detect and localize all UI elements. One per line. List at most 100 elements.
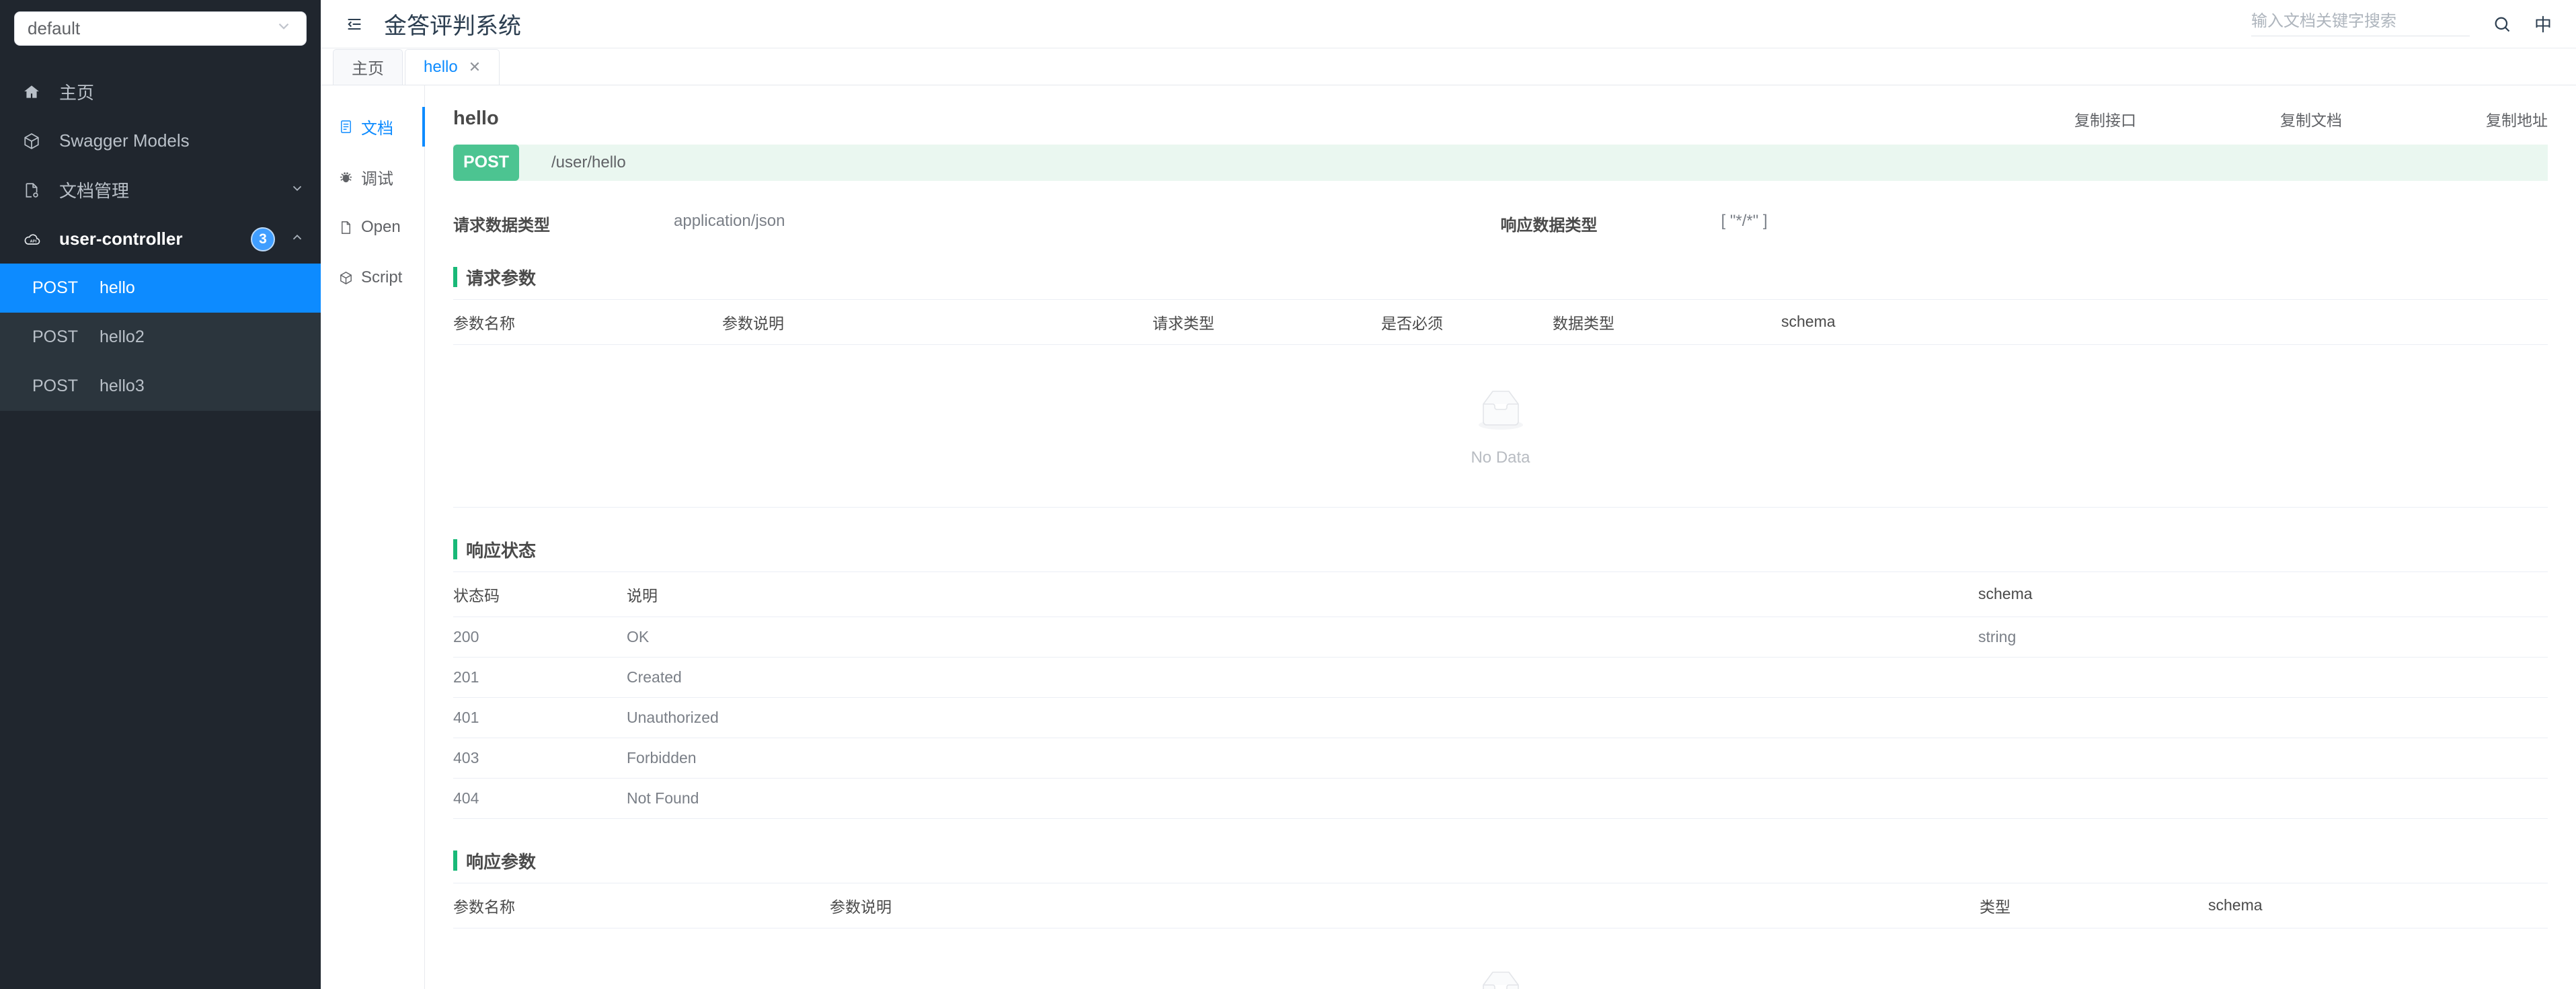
table-row: 404 Not Found bbox=[453, 778, 2548, 819]
mini-nav-item-debug[interactable]: 调试 bbox=[321, 152, 424, 202]
tab-home-label: 主页 bbox=[352, 60, 384, 79]
api-item-name: hello bbox=[100, 278, 135, 297]
mini-nav-item-open[interactable]: Open bbox=[321, 202, 424, 253]
sidebar-group-user-controller[interactable]: API user-controller 3 bbox=[0, 214, 321, 264]
chevron-up-icon bbox=[290, 230, 305, 249]
close-icon[interactable]: ✕ bbox=[469, 59, 481, 75]
request-params-empty-state: No Data bbox=[453, 345, 2548, 508]
sidebar-filler bbox=[0, 411, 321, 989]
status-desc: OK bbox=[627, 617, 1978, 658]
api-cloud-icon: API bbox=[23, 230, 50, 249]
environment-select-value: default bbox=[28, 18, 81, 38]
table-row: 200 OK string bbox=[453, 617, 2548, 658]
col-param-schema: schema bbox=[2208, 882, 2548, 928]
status-desc: Unauthorized bbox=[627, 697, 1978, 738]
col-param-desc: 参数说明 bbox=[722, 299, 1153, 345]
sidebar-item-doc-management[interactable]: 文档管理 bbox=[0, 165, 321, 214]
sidebar-item-home[interactable]: 主页 bbox=[0, 67, 321, 116]
sidebar-nav: 主页 Swagger Models 文档管理 API user-controll… bbox=[0, 67, 321, 411]
table-row: 401 Unauthorized bbox=[453, 697, 2548, 738]
status-code: 401 bbox=[453, 697, 627, 738]
sidebar-item-home-label: 主页 bbox=[59, 83, 95, 103]
request-content-type-label: 请求数据类型 bbox=[453, 216, 550, 235]
doc-title: hello bbox=[453, 108, 499, 130]
status-schema: string bbox=[1978, 617, 2548, 658]
table-row: 201 Created bbox=[453, 657, 2548, 698]
left-sidebar: default 主页 Swagger Models 文档管理 API user-… bbox=[0, 0, 321, 989]
copy-interface-button[interactable]: 复制接口 bbox=[2074, 108, 2136, 130]
tab-home[interactable]: 主页 bbox=[333, 48, 403, 85]
request-params-title: 请求参数 bbox=[453, 265, 2548, 290]
table-header-row: 参数名称 参数说明 类型 schema bbox=[453, 882, 2548, 928]
api-item-method: POST bbox=[32, 278, 79, 297]
cube-outline-icon bbox=[338, 270, 354, 286]
api-item-method: POST bbox=[32, 327, 79, 346]
table-header-row: 状态码 说明 schema bbox=[453, 571, 2548, 617]
mini-nav-item-doc[interactable]: 文档 bbox=[321, 102, 425, 152]
search-icon[interactable] bbox=[2493, 15, 2511, 34]
tab-hello[interactable]: hello ✕ bbox=[405, 48, 500, 85]
file-icon bbox=[338, 220, 354, 235]
response-params-title: 响应参数 bbox=[453, 848, 2548, 873]
environment-select[interactable]: default bbox=[14, 11, 307, 46]
status-code: 403 bbox=[453, 738, 627, 779]
bug-icon bbox=[338, 169, 354, 185]
empty-box-icon bbox=[1469, 385, 1533, 438]
home-icon bbox=[23, 83, 50, 101]
mini-nav-item-doc-label: 文档 bbox=[361, 119, 393, 138]
mini-nav-item-open-label: Open bbox=[361, 218, 401, 237]
content-split: 文档 调试 Open Script hello 复制接口 复制文档 复制地址 P… bbox=[321, 85, 2576, 989]
api-endpoint-list: POST hello POST hello2 POST hello3 bbox=[0, 264, 321, 411]
tab-bar: 主页 hello ✕ bbox=[321, 48, 2576, 85]
env-select-wrapper: default bbox=[0, 0, 321, 52]
status-code: 404 bbox=[453, 778, 627, 819]
search-input[interactable] bbox=[2251, 11, 2470, 31]
svg-text:API: API bbox=[30, 239, 37, 243]
status-schema bbox=[1978, 657, 2548, 698]
response-content-type-label: 响应数据类型 bbox=[1500, 216, 1598, 235]
col-request-type: 请求类型 bbox=[1153, 299, 1381, 345]
status-schema bbox=[1978, 738, 2548, 779]
status-schema bbox=[1978, 697, 2548, 738]
chevron-down-icon bbox=[290, 181, 305, 200]
col-param-name: 参数名称 bbox=[453, 882, 830, 928]
sidebar-group-label: user-controller bbox=[59, 229, 183, 249]
endpoint-url: /user/hello bbox=[551, 153, 626, 171]
col-param-desc: 参数说明 bbox=[830, 882, 1980, 928]
copy-address-button[interactable]: 复制地址 bbox=[2486, 108, 2548, 130]
api-item-hello[interactable]: POST hello bbox=[0, 264, 321, 313]
http-method-badge: POST bbox=[453, 144, 519, 181]
mini-nav-item-script[interactable]: Script bbox=[321, 253, 424, 303]
mini-nav-item-script-label: Script bbox=[361, 268, 403, 287]
language-toggle[interactable]: 中 bbox=[2534, 11, 2552, 36]
status-schema bbox=[1978, 778, 2548, 819]
response-status-title: 响应状态 bbox=[453, 537, 2548, 562]
response-params-empty-state: No Data bbox=[453, 928, 2548, 989]
status-desc: Forbidden bbox=[627, 738, 1978, 779]
col-param-type: 类型 bbox=[1980, 882, 2208, 928]
request-params-table: 参数名称 参数说明 请求类型 是否必须 数据类型 schema bbox=[453, 299, 2548, 345]
sidebar-item-doc-management-label: 文档管理 bbox=[59, 181, 130, 201]
tab-hello-label: hello bbox=[424, 57, 458, 76]
response-params-table: 参数名称 参数说明 类型 schema bbox=[453, 882, 2548, 928]
col-data-type: 数据类型 bbox=[1553, 299, 1781, 345]
api-item-hello2[interactable]: POST hello2 bbox=[0, 313, 321, 362]
doc-content: hello 复制接口 复制文档 复制地址 POST /user/hello 请求… bbox=[425, 85, 2576, 989]
api-item-method: POST bbox=[32, 377, 79, 395]
main-pane: 金答评判系统 中 主页 hello ✕ bbox=[321, 0, 2576, 989]
copy-document-button[interactable]: 复制文档 bbox=[2280, 108, 2342, 130]
api-item-hello3[interactable]: POST hello3 bbox=[0, 362, 321, 411]
status-desc: Not Found bbox=[627, 778, 1978, 819]
sidebar-item-swagger-models[interactable]: Swagger Models bbox=[0, 116, 321, 165]
doc-header: hello 复制接口 复制文档 复制地址 bbox=[453, 100, 2548, 138]
content-type-row: 请求数据类型 application/json 响应数据类型 [ "*/*" ] bbox=[453, 212, 2548, 235]
response-content-type-value: [ "*/*" ] bbox=[1721, 211, 1768, 230]
api-item-name: hello2 bbox=[100, 327, 145, 346]
col-schema: schema bbox=[1781, 299, 2548, 345]
status-desc: Created bbox=[627, 657, 1978, 698]
hamburger-icon[interactable] bbox=[341, 11, 368, 38]
empty-state-text: No Data bbox=[1471, 448, 1530, 467]
chevron-down-icon bbox=[275, 17, 292, 38]
status-code: 201 bbox=[453, 657, 627, 698]
col-status-desc: 说明 bbox=[627, 571, 1978, 617]
